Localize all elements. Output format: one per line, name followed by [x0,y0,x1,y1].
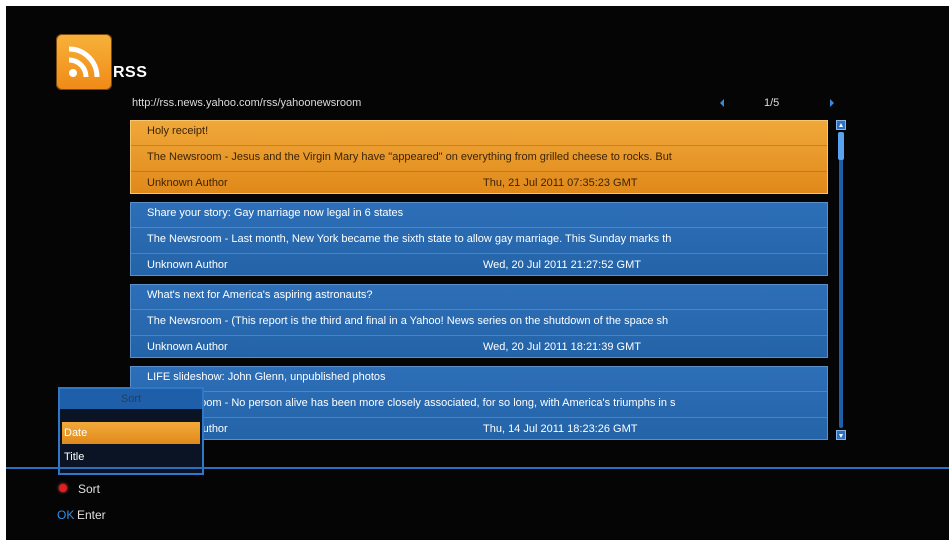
red-key-icon [59,484,67,492]
article-date: Thu, 21 Jul 2011 07:35:23 GMT [483,177,638,189]
sort-hint-label: Sort [78,482,101,496]
article-divider [131,227,827,228]
article-summary: The Newsroom - (This report is the third… [147,315,669,327]
sort-option-date[interactable]: Date [62,422,200,444]
scrollbar-thumb[interactable] [838,132,844,160]
article-item[interactable]: Share your story: Gay marriage now legal… [130,202,828,276]
ok-key-label: OK [57,508,75,522]
article-item[interactable]: What's next for America's aspiring astro… [130,284,828,358]
article-divider [131,253,827,254]
rss-feed-icon [56,34,112,90]
article-summary: The Newsroom - No person alive has been … [147,397,676,409]
article-title: LIFE slideshow: John Glenn, unpublished … [147,371,386,383]
footer-divider [6,467,949,469]
article-summary: The Newsroom - Jesus and the Virgin Mary… [147,151,672,163]
article-title: Holy receipt! [147,125,209,137]
sort-option-title[interactable]: Title [62,446,200,468]
article-divider [131,171,827,172]
article-divider [131,417,827,418]
feed-url: http://rss.news.yahoo.com/rss/yahoonewsr… [132,97,362,109]
article-item[interactable]: Holy receipt! The Newsroom - Jesus and t… [130,120,828,194]
article-divider [131,391,827,392]
sort-popup: Sort Date Title [58,387,204,475]
article-list: Holy receipt! The Newsroom - Jesus and t… [130,120,828,440]
article-title: What's next for America's aspiring astro… [147,289,373,301]
article-summary: The Newsroom - Last month, New York beca… [147,233,672,245]
scroll-up-arrow-icon[interactable] [836,120,846,130]
article-item[interactable]: LIFE slideshow: John Glenn, unpublished … [130,366,828,440]
enter-hint-label: Enter [77,508,106,522]
article-title: Share your story: Gay marriage now legal… [147,207,404,219]
article-date: Wed, 20 Jul 2011 21:27:52 GMT [483,259,641,271]
article-divider [131,309,827,310]
article-date: Wed, 20 Jul 2011 18:21:39 GMT [483,341,641,353]
app-title: RSS [113,64,148,81]
page-indicator: 1/5 [764,97,780,109]
sort-popup-title: Sort [60,389,202,409]
next-page-arrow-icon[interactable] [830,99,834,107]
article-divider [131,335,827,336]
article-divider [131,145,827,146]
scrollbar-track[interactable] [839,132,843,428]
article-date: Thu, 14 Jul 2011 18:23:26 GMT [483,423,638,435]
list-scrollbar[interactable] [836,120,846,440]
previous-page-arrow-icon[interactable] [720,99,724,107]
scroll-down-arrow-icon[interactable] [836,430,846,440]
rss-screen: RSS http://rss.news.yahoo.com/rss/yahoon… [6,6,949,540]
